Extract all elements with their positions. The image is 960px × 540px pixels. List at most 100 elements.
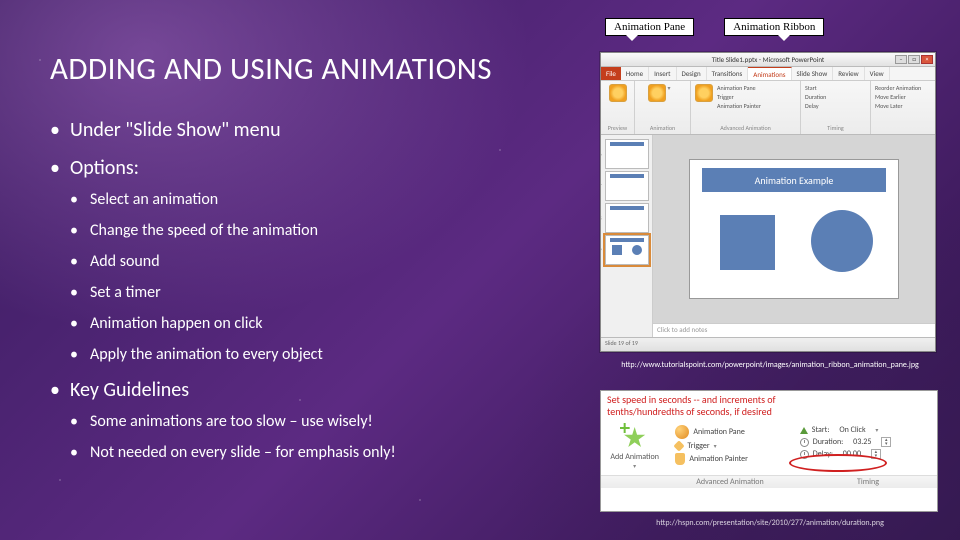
example-circle-icon	[811, 210, 873, 272]
animation-pane-button[interactable]: Animation Pane	[717, 84, 756, 92]
tab-slideshow[interactable]: Slide Show	[792, 67, 834, 80]
fig2-group-advanced: Advanced Animation	[661, 475, 799, 488]
fig2-animation-pane[interactable]: Animation Pane	[675, 425, 744, 439]
fig2-header: Set speed in seconds -- and increments o…	[601, 391, 937, 418]
tab-animations[interactable]: Animations	[748, 67, 791, 80]
thumb-num: 17	[601, 182, 602, 190]
duration-label: Duration	[805, 93, 826, 101]
guideline-emphasis: Not needed on every slide – for emphasis…	[70, 443, 580, 462]
example-title: Animation Example	[702, 168, 886, 192]
animation-painter-button[interactable]: Animation Painter	[717, 102, 761, 110]
preview-icon[interactable]	[609, 84, 627, 102]
slide-thumbnails: 16 17 18 19	[601, 135, 653, 337]
duration-figure: Set speed in seconds -- and increments o…	[600, 390, 938, 512]
ribbon-label-animation: Animation	[639, 124, 686, 132]
ribbon-label-timing: Timing	[805, 124, 866, 132]
callout-row: Animation Pane Animation Ribbon	[605, 18, 945, 36]
bullet-key-guidelines: Key Guidelines Some animations are too s…	[50, 378, 580, 462]
callout-animation-ribbon: Animation Ribbon	[724, 18, 824, 36]
opt-on-click: Animation happen on click	[70, 314, 580, 333]
fig2-duration-row[interactable]: Duration: 03.25 ▴▾	[800, 437, 891, 447]
fig2-add-animation[interactable]: Add Animation ▾	[605, 422, 664, 473]
start-label: Start	[805, 84, 817, 92]
powerpoint-window: Title Slide1.pptx - Microsoft PowerPoint…	[600, 52, 936, 352]
tab-insert[interactable]: Insert	[649, 67, 676, 80]
move-earlier-button[interactable]: Move Earlier	[875, 93, 906, 101]
opt-select-animation: Select an animation	[70, 190, 580, 209]
fig2-group-timing: Timing	[799, 475, 937, 488]
trigger-button[interactable]: Trigger	[717, 93, 734, 101]
opt-change-speed: Change the speed of the animation	[70, 221, 580, 240]
thumb-num: 18	[601, 214, 602, 222]
bullet-slideshow-menu: Under "Slide Show" menu	[50, 118, 580, 142]
ribbon-tabs: File Home Insert Design Transitions Anim…	[601, 67, 935, 81]
callout-animation-pane: Animation Pane	[605, 18, 694, 36]
thumb-19[interactable]: 19	[605, 235, 649, 265]
painter-icon	[675, 453, 685, 465]
tab-review[interactable]: Review	[833, 67, 864, 80]
animation-gallery-icon[interactable]	[648, 84, 666, 102]
thumb-17[interactable]: 17	[605, 171, 649, 201]
thumb-18[interactable]: 18	[605, 203, 649, 233]
bullet-content: Under "Slide Show" menu Options: Select …	[50, 118, 580, 462]
bullet-options-label: Options:	[70, 156, 139, 180]
reorder-label: Reorder Animation	[875, 84, 921, 92]
ribbon-group-advanced: Animation Pane Trigger Animation Painter…	[691, 81, 801, 134]
ribbon-group-preview: Preview	[601, 81, 635, 134]
tab-file[interactable]: File	[601, 67, 621, 80]
duration-value: 03.25	[853, 437, 871, 447]
fig2-footer: Advanced Animation Timing	[601, 475, 937, 488]
fig2-painter[interactable]: Animation Painter	[675, 453, 748, 465]
window-maximize-icon[interactable]: □	[908, 55, 920, 64]
thumb-num: 16	[601, 150, 602, 158]
dropdown-icon: ▾	[633, 462, 636, 470]
figure2-caption: http://hspn.com/presentation/site/2010/2…	[600, 518, 940, 528]
tab-home[interactable]: Home	[621, 67, 649, 80]
opt-add-sound: Add sound	[70, 252, 580, 271]
move-later-button[interactable]: Move Later	[875, 102, 903, 110]
add-animation-icon	[622, 425, 648, 451]
ribbon-label-preview: Preview	[605, 124, 630, 132]
ribbon-group-timing: Start Duration Delay Timing	[801, 81, 871, 134]
figure1-caption: http://www.tutorialspoint.com/powerpoint…	[600, 360, 940, 370]
fig2-mid-col: Animation Pane Trigger ▾ Animation Paint…	[670, 422, 788, 473]
ppt-body: 16 17 18 19 Animation Example Click to a…	[601, 135, 935, 337]
ribbon-label-advanced: Advanced Animation	[695, 124, 796, 132]
ribbon: Preview ▾ Animation Animation Pane Trigg…	[601, 81, 935, 135]
play-icon	[800, 427, 808, 434]
tab-view[interactable]: View	[865, 67, 890, 80]
fig2-trigger[interactable]: Trigger ▾	[675, 441, 716, 451]
slide: ADDING AND USING ANIMATIONS Under "Slide…	[0, 0, 960, 540]
tab-design[interactable]: Design	[677, 67, 707, 80]
guideline-too-slow: Some animations are too slow – use wisel…	[70, 412, 580, 431]
delay-label: Delay	[805, 102, 819, 110]
fig2-start-row[interactable]: Start: On Click ▾	[800, 425, 879, 435]
window-close-icon[interactable]: ×	[921, 55, 933, 64]
opt-set-timer: Set a timer	[70, 283, 580, 302]
slide-area: Animation Example Click to add notes	[653, 135, 935, 337]
notes-placeholder[interactable]: Click to add notes	[653, 323, 935, 337]
window-title: Title Slide1.pptx - Microsoft PowerPoint	[712, 55, 825, 64]
tab-transitions[interactable]: Transitions	[707, 67, 749, 80]
pane-icon	[675, 425, 689, 439]
ribbon-group-reorder: Reorder Animation Move Earlier Move Late…	[871, 81, 931, 134]
slide-canvas: Animation Example	[653, 135, 935, 323]
ribbon-group-animation: ▾ Animation	[635, 81, 691, 134]
clock-icon	[800, 438, 809, 447]
bullet-options: Options: Select an animation Change the …	[50, 156, 580, 364]
bullet-key-guidelines-label: Key Guidelines	[70, 378, 189, 402]
red-circle-highlight	[789, 454, 887, 472]
thumb-16[interactable]: 16	[605, 139, 649, 169]
fig2-add-label: Add Animation	[610, 453, 659, 462]
add-animation-icon[interactable]	[695, 84, 713, 102]
opt-apply-every: Apply the animation to every object	[70, 345, 580, 364]
mini-slide: Animation Example	[689, 159, 899, 299]
trigger-icon	[674, 440, 685, 451]
example-square-icon	[720, 215, 775, 270]
spinner-icon[interactable]: ▴▾	[881, 437, 891, 447]
status-bar: Slide 19 of 19	[601, 337, 935, 351]
window-minimize-icon[interactable]: –	[895, 55, 907, 64]
fig2-header-line2: tenths/hundredths of seconds, if desired	[607, 406, 931, 418]
gallery-expand-icon[interactable]: ▾	[668, 84, 678, 104]
window-titlebar: Title Slide1.pptx - Microsoft PowerPoint…	[601, 53, 935, 67]
